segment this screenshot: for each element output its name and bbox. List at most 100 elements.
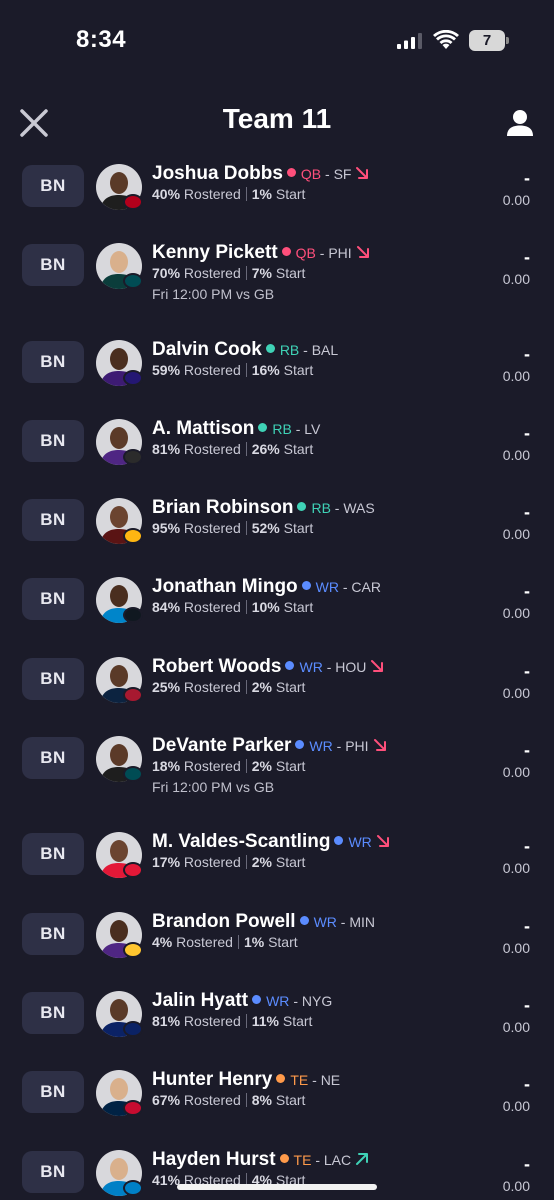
player-avatar[interactable] [96, 657, 143, 703]
start-label: Start [283, 520, 314, 536]
player-name[interactable]: Jonathan Mingo WR - CAR [152, 576, 381, 598]
points-value: 0.00 [502, 685, 530, 701]
team-label: - MIN [340, 914, 376, 930]
projected-value: - [524, 916, 530, 936]
projected-value: - [524, 581, 530, 601]
player-name[interactable]: Hunter Henry TE - NE [152, 1069, 340, 1091]
status-bar: 8:34 7 [0, 0, 554, 80]
player-avatar[interactable] [96, 991, 143, 1037]
player-row[interactable]: BN Robert Woods WR - HOU 25% Rostered 2% Sta… [0, 651, 554, 731]
start-label: Start [283, 599, 314, 615]
start-percent: 8% [251, 1092, 272, 1108]
player-name[interactable]: A. Mattison RB - LV [152, 418, 320, 440]
points-value: 0.00 [502, 526, 530, 542]
team-logo-icon [123, 942, 143, 958]
projected-value: - [524, 247, 530, 267]
player-row[interactable]: BN DeVante Parker WR - PHI 18% Rostered 2% S… [0, 730, 554, 810]
ownership-stats: 67% Rostered 8% Start [152, 1092, 305, 1108]
team-logo-icon [123, 273, 143, 289]
player-avatar[interactable] [96, 340, 143, 386]
player-avatar[interactable] [96, 577, 143, 623]
bench-slot-button[interactable]: BN [22, 1071, 84, 1113]
player-row[interactable]: BN Jonathan Mingo WR - CAR 84% Rostered 10% … [0, 571, 554, 651]
position-dot-icon [285, 661, 295, 670]
home-indicator[interactable] [177, 1184, 377, 1190]
position-label: WR [313, 914, 337, 930]
trend-down-icon [356, 246, 369, 258]
bench-slot-button[interactable]: BN [22, 658, 84, 700]
player-row[interactable]: BN Brian Robinson RB - WAS 95% Rostered 52% … [0, 492, 554, 572]
stats-divider [245, 600, 247, 614]
team-label: - HOU [326, 659, 367, 675]
player-avatar[interactable] [96, 912, 143, 958]
player-name[interactable]: Kenny Pickett QB - PHI [152, 242, 370, 264]
bench-slot-button[interactable]: BN [22, 244, 84, 286]
bench-slot-button[interactable]: BN [22, 578, 84, 620]
player-name[interactable]: Joshua Dobbs QB - SF [152, 163, 369, 185]
player-row[interactable]: BN Jalin Hyatt WR - NYG 81% Rostered 11% Sta… [0, 985, 554, 1065]
start-percent: 10% [251, 599, 280, 615]
player-row[interactable]: BN Kenny Pickett QB - PHI 70% Rostered 7% St… [0, 237, 554, 317]
page-title: Team 11 [222, 103, 332, 134]
player-row[interactable]: BN Brandon Powell WR - MIN 4% Rostered 1% St… [0, 906, 554, 986]
bench-slot-button[interactable]: BN [22, 833, 84, 875]
player-row[interactable]: BN Hunter Henry TE - NE 67% Rostered 8% Star… [0, 1064, 554, 1144]
player-avatar[interactable] [96, 419, 143, 465]
player-avatar[interactable] [96, 498, 143, 544]
player-name[interactable]: Brandon Powell WR - MIN [152, 911, 375, 933]
bench-slot-button[interactable]: BN [22, 992, 84, 1034]
player-row[interactable]: BN Hayden Hurst TE - LAC 41% Rostered 4% Sta… [0, 1144, 554, 1200]
roster-list[interactable]: BN Joshua Dobbs QB - SF 40% Rostered 1% Star… [0, 158, 554, 1200]
position-team: TE - LAC [279, 1152, 370, 1168]
bench-slot-button[interactable]: BN [22, 1151, 84, 1193]
position-dot-icon [276, 1074, 286, 1083]
rostered-label: Rostered [183, 854, 241, 870]
bench-slot-button[interactable]: BN [22, 165, 84, 207]
player-avatar[interactable] [96, 832, 143, 878]
bench-slot-button[interactable]: BN [22, 341, 84, 383]
player-avatar[interactable] [96, 1070, 143, 1116]
player-row[interactable]: BN M. Valdes-Scantling WR 17% Rostered 2% St… [0, 826, 554, 906]
player-avatar[interactable] [96, 164, 143, 210]
position-label: RB [279, 342, 300, 358]
profile-icon[interactable] [505, 108, 535, 138]
stats-divider [245, 187, 247, 201]
player-name[interactable]: Dalvin Cook RB - BAL [152, 339, 338, 361]
bench-slot-button[interactable]: BN [22, 737, 84, 779]
team-label: - LAC [315, 1152, 352, 1168]
team-logo-icon [123, 687, 143, 703]
bench-slot-button[interactable]: BN [22, 913, 84, 955]
position-team: RB - BAL [265, 342, 338, 358]
ownership-stats: 25% Rostered 2% Start [152, 679, 305, 695]
player-row[interactable]: BN A. Mattison RB - LV 81% Rostered 26% Star… [0, 413, 554, 493]
position-dot-icon [281, 247, 291, 256]
player-name[interactable]: DeVante Parker WR - PHI [152, 735, 387, 757]
player-name[interactable]: Brian Robinson RB - WAS [152, 497, 375, 519]
rostered-label: Rostered [183, 599, 241, 615]
team-logo-icon [123, 449, 143, 465]
position-dot-icon [297, 502, 307, 511]
start-label: Start [282, 1013, 313, 1029]
team-logo-icon [123, 528, 143, 544]
player-row[interactable]: BN Dalvin Cook RB - BAL 59% Rostered 16% Sta… [0, 334, 554, 414]
team-logo-icon [123, 862, 143, 878]
team-logo-icon [123, 370, 143, 386]
bench-slot-button[interactable]: BN [22, 420, 84, 462]
player-row[interactable]: BN Joshua Dobbs QB - SF 40% Rostered 1% Star… [0, 158, 554, 238]
ownership-stats: 95% Rostered 52% Start [152, 520, 313, 536]
player-name[interactable]: Jalin Hyatt WR - NYG [152, 990, 332, 1012]
player-name-text: DeVante Parker [152, 735, 292, 756]
player-avatar[interactable] [96, 1150, 143, 1196]
player-avatar[interactable] [96, 243, 143, 289]
position-team: WR - PHI [295, 738, 386, 754]
player-name-text: A. Mattison [152, 418, 255, 439]
player-name-text: Dalvin Cook [152, 339, 262, 360]
trend-down-icon [371, 660, 384, 672]
player-name-text: Brandon Powell [152, 911, 296, 932]
player-name[interactable]: M. Valdes-Scantling WR [152, 831, 390, 853]
player-avatar[interactable] [96, 736, 143, 782]
player-name[interactable]: Robert Woods WR - HOU [152, 656, 384, 678]
player-name[interactable]: Hayden Hurst TE - LAC [152, 1149, 369, 1171]
bench-slot-button[interactable]: BN [22, 499, 84, 541]
game-time: Fri 12:00 PM vs GB [152, 286, 275, 302]
